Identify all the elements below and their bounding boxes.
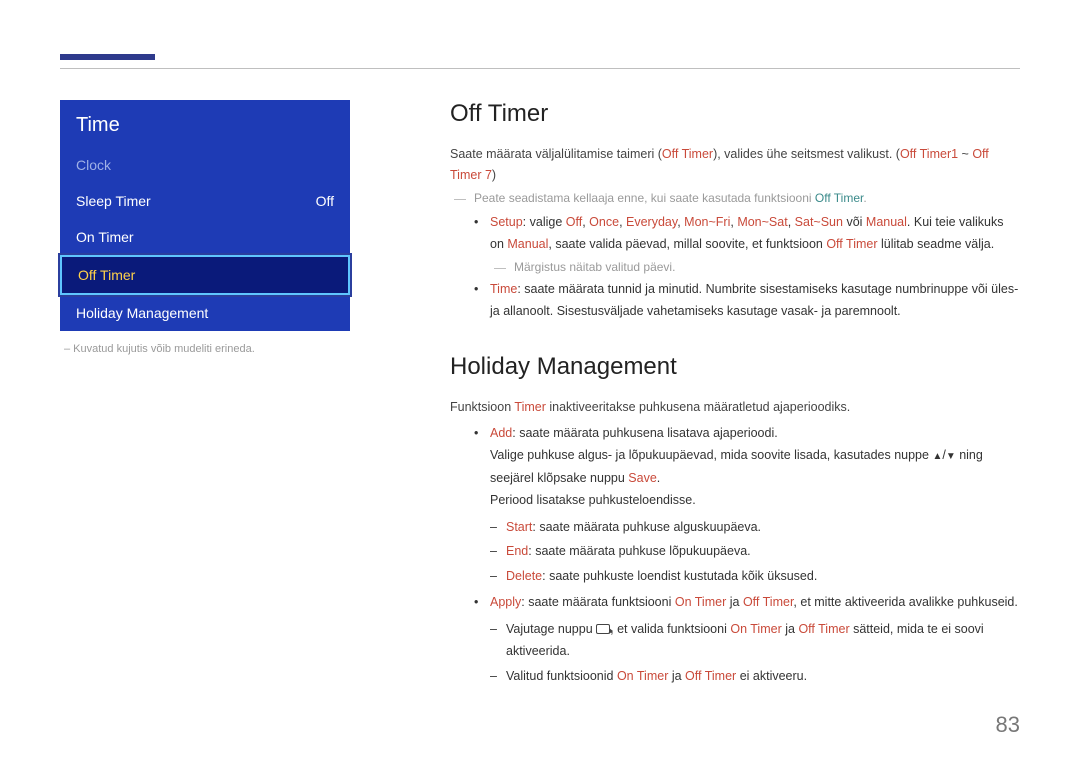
dash-end: End: saate määrata puhkuse lõpukuupäeva. (490, 540, 1020, 563)
bullet-add: Add: saate määrata puhkusena lisatava aj… (474, 422, 1020, 512)
menu-box: Time Clock Sleep Timer Off On Timer Off … (60, 100, 350, 331)
enter-icon (596, 624, 610, 634)
arrow-down-icon: ▼ (946, 451, 956, 462)
left-column: Time Clock Sleep Timer Off On Timer Off … (60, 100, 350, 355)
menu-item-on-timer[interactable]: On Timer (60, 219, 350, 255)
holiday-heading: Holiday Management (450, 353, 1020, 381)
off-timer-intro: Saate määrata väljalülitamise taimeri (O… (450, 144, 1020, 187)
dash-apply-2: Valitud funktsioonid On Timer ja Off Tim… (490, 665, 1020, 688)
menu-item-value: Off (316, 193, 334, 209)
holiday-subdash: Start: saate määrata puhkuse alguskuupäe… (490, 516, 1020, 588)
off-timer-subnote: Märgistus näitab valitud päevi. (490, 260, 1020, 274)
arrow-up-icon: ▲ (932, 451, 942, 462)
menu-item-sleep-timer[interactable]: Sleep Timer Off (60, 183, 350, 219)
menu-item-label: Off Timer (78, 267, 135, 283)
holiday-section: Holiday Management Funktsioon Timer inak… (450, 353, 1020, 688)
menu-item-clock[interactable]: Clock (60, 147, 350, 183)
off-timer-section: Off Timer Saate määrata väljalülitamise … (450, 100, 1020, 323)
off-timer-note: Peate seadistama kellaaja enne, kui saat… (450, 191, 1020, 205)
accent-bar (60, 54, 155, 60)
menu-item-off-timer[interactable]: Off Timer (60, 255, 350, 295)
holiday-bullets-2: Apply: saate määrata funktsiooni On Time… (474, 591, 1020, 614)
page-number: 83 (996, 712, 1020, 738)
bullet-setup: Setup: valige Off, Once, Everyday, Mon~F… (474, 211, 1020, 256)
off-timer-bullets: Setup: valige Off, Once, Everyday, Mon~F… (474, 211, 1020, 256)
menu-item-label: Clock (76, 157, 111, 173)
menu-item-holiday-management[interactable]: Holiday Management (60, 295, 350, 331)
menu-footnote: – Kuvatud kujutis võib mudeliti erineda. (64, 343, 350, 355)
menu-item-label: On Timer (76, 229, 134, 245)
menu-title: Time (60, 100, 350, 147)
bullet-time: Time: saate määrata tunnid ja minutid. N… (474, 278, 1020, 323)
bullet-apply: Apply: saate määrata funktsiooni On Time… (474, 591, 1020, 614)
holiday-intro: Funktsioon Timer inaktiveeritakse puhkus… (450, 397, 1020, 418)
dash-apply-1: Vajutage nuppu , et valida funktsiooni O… (490, 618, 1020, 663)
right-column: Off Timer Saate määrata väljalülitamise … (450, 100, 1020, 717)
menu-item-label: Holiday Management (76, 305, 208, 321)
holiday-subdash-2: Vajutage nuppu , et valida funktsiooni O… (490, 618, 1020, 688)
dash-start: Start: saate määrata puhkuse alguskuupäe… (490, 516, 1020, 539)
holiday-bullets: Add: saate määrata puhkusena lisatava aj… (474, 422, 1020, 512)
top-border (60, 68, 1020, 69)
menu-item-label: Sleep Timer (76, 193, 151, 209)
off-timer-heading: Off Timer (450, 100, 1020, 128)
off-timer-bullets-2: Time: saate määrata tunnid ja minutid. N… (474, 278, 1020, 323)
dash-delete: Delete: saate puhkuste loendist kustutad… (490, 565, 1020, 588)
